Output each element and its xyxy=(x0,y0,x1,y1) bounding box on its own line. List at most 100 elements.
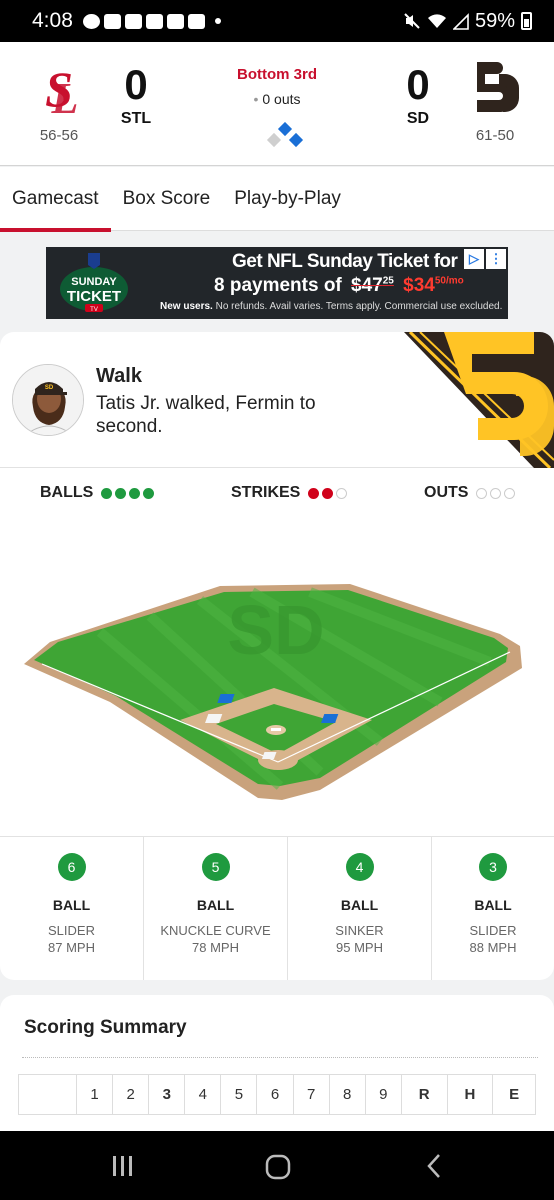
ad-old-price: $4725 xyxy=(351,275,394,296)
espn-icon xyxy=(124,13,142,29)
svg-text:SD: SD xyxy=(227,591,324,669)
away-team[interactable]: S L 56-56 xyxy=(24,58,94,144)
battery-percent: 59% xyxy=(474,9,515,32)
away-score-block: 0 STL xyxy=(106,62,166,128)
ad-offer: 8 payments of $4725 $3450/mo xyxy=(214,275,464,297)
inning-header: 7 xyxy=(292,1074,330,1115)
back-icon[interactable] xyxy=(424,1153,444,1179)
linescore-team-header xyxy=(18,1074,77,1115)
pitch-type: SLIDER xyxy=(469,923,517,938)
sunday-ticket-ad[interactable]: SUNDAY TICKET TV Get NFL Sunday Ticket f… xyxy=(46,247,508,319)
inning-header: 2 xyxy=(112,1074,150,1115)
game-tabs: Gamecast Box Score Play-by-Play xyxy=(0,167,554,232)
linescore-table: 1 2 3 4 5 6 7 8 9 R H E xyxy=(18,1074,536,1115)
scoring-summary: Scoring Summary 1 2 3 4 5 6 7 8 9 R H E xyxy=(0,995,554,1135)
ad-choices[interactable]: ▷ ⋮ xyxy=(464,249,506,269)
ball-indicator xyxy=(101,487,113,499)
pitch-result: BALL xyxy=(196,897,235,913)
svg-text:L: L xyxy=(51,74,79,118)
play-description: Tatis Jr. walked, Fermin to second. xyxy=(96,393,316,437)
runs-header: R xyxy=(400,1074,448,1115)
away-abbr: STL xyxy=(120,110,152,127)
count-row: BALLS STRIKES OUTS xyxy=(0,484,554,508)
tab-gamecast[interactable]: Gamecast xyxy=(0,167,111,232)
away-record: 56-56 xyxy=(39,127,79,144)
scoreboard[interactable]: S L 56-56 0 STL Bottom 3rd • 0 outs 0 SD … xyxy=(0,42,554,166)
pitch-card[interactable]: 5 BALL KNUCKLE CURVE 78 MPH xyxy=(144,837,288,980)
ball-indicator xyxy=(115,487,127,499)
svg-text:SD: SD xyxy=(45,385,54,391)
divider xyxy=(22,1057,538,1058)
gamecast-card: SD Walk Tatis Jr. walked, Fermin to seco… xyxy=(0,332,554,980)
balls-label: BALLS xyxy=(40,484,94,501)
ad-new-price: $3450/mo xyxy=(403,275,464,296)
notification-icons xyxy=(82,13,221,29)
pitch-type: KNUCKLE CURVE xyxy=(160,923,271,938)
game-status: Bottom 3rd • 0 outs xyxy=(177,66,377,107)
pitch-result: BALL xyxy=(52,897,91,913)
inning-header: 4 xyxy=(184,1074,222,1115)
pitch-number: 6 xyxy=(57,853,86,881)
status-bar: 4:08 59% xyxy=(0,0,554,42)
third-base xyxy=(266,132,282,148)
outs-label: OUTS xyxy=(424,484,469,501)
pitch-sequence: 6 BALL SLIDER 87 MPH 5 BALL KNUCKLE CURV… xyxy=(0,836,554,980)
batter-avatar[interactable]: SD xyxy=(12,364,84,436)
home-score-block: 0 SD xyxy=(388,62,448,128)
strike-indicator xyxy=(322,487,334,499)
adchoices-icon[interactable]: ▷ xyxy=(464,249,484,269)
strike-indicator xyxy=(336,487,348,499)
youtube-icon xyxy=(145,13,163,29)
snapchat-icon xyxy=(103,13,121,29)
ball-indicator xyxy=(143,487,155,499)
outs-count: OUTS xyxy=(424,484,516,502)
svg-text:SUNDAY: SUNDAY xyxy=(71,276,117,288)
youtube-icon xyxy=(166,13,184,29)
ball-indicator xyxy=(129,487,141,499)
away-score: 0 xyxy=(124,61,148,108)
pitch-speed: 78 MPH xyxy=(192,940,239,955)
tab-box-score[interactable]: Box Score xyxy=(123,167,211,231)
ad-fine-print: New users. No refunds. Avail varies. Ter… xyxy=(160,301,503,312)
out-indicator xyxy=(504,487,516,499)
home-plate xyxy=(261,752,277,759)
pitch-number: 4 xyxy=(345,853,374,881)
out-indicator xyxy=(476,487,488,499)
cardinals-logo: S L xyxy=(45,61,79,123)
padres-logo xyxy=(477,62,519,112)
out-indicator xyxy=(490,487,502,499)
pitch-card[interactable]: 6 BALL SLIDER 87 MPH xyxy=(0,837,144,980)
system-status: 59% xyxy=(403,10,532,33)
balls-count: BALLS xyxy=(40,484,155,502)
more-notifications-icon xyxy=(214,18,221,24)
pitch-number: 5 xyxy=(201,853,230,881)
mute-icon xyxy=(404,13,420,29)
svg-text:TICKET: TICKET xyxy=(67,288,121,305)
base-runners-diamond xyxy=(266,122,304,148)
outs-value: 0 outs xyxy=(262,91,301,107)
more-options-icon[interactable]: ⋮ xyxy=(486,249,506,269)
signal-icon xyxy=(452,13,469,30)
padres-corner-logo xyxy=(404,332,554,468)
recent-apps-icon[interactable] xyxy=(110,1153,136,1179)
tab-play-by-play[interactable]: Play-by-Play xyxy=(234,167,341,231)
pitch-number: 3 xyxy=(479,853,507,881)
inning-header: 6 xyxy=(256,1074,294,1115)
errors-header: E xyxy=(492,1074,536,1115)
baseball-field: SD xyxy=(24,584,522,800)
pitch-card[interactable]: 4 BALL SINKER 95 MPH xyxy=(288,837,432,980)
pitch-card[interactable]: 3 BALL SLIDER 88 MPH xyxy=(432,837,554,980)
pitch-result: BALL xyxy=(474,897,512,913)
sunday-ticket-badge: SUNDAY TICKET TV xyxy=(60,253,128,313)
outs-text: • 0 outs xyxy=(253,91,301,107)
play-title: Walk xyxy=(96,365,142,387)
hits-header: H xyxy=(446,1074,494,1115)
scoring-summary-title: Scoring Summary xyxy=(24,1017,187,1038)
home-team[interactable]: 61-50 xyxy=(460,58,530,144)
home-icon[interactable] xyxy=(264,1153,292,1181)
battery-icon xyxy=(521,12,532,30)
inning-header: 8 xyxy=(328,1074,366,1115)
strikes-label: STRIKES xyxy=(231,484,301,501)
ad-offer-prefix: 8 payments of xyxy=(214,275,342,296)
inning-state: Bottom 3rd xyxy=(237,66,317,83)
